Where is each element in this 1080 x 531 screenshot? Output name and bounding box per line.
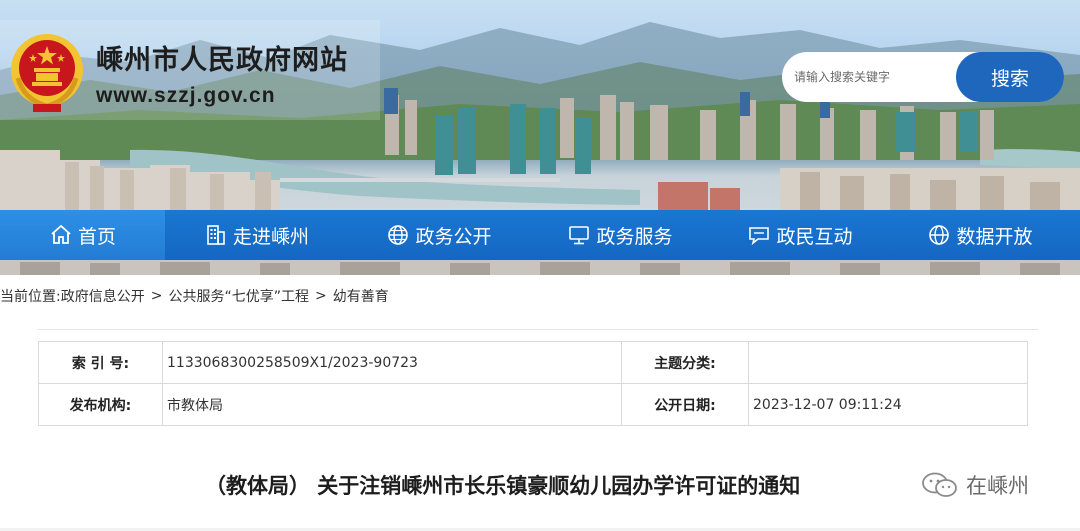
breadcrumb-item-gov-info[interactable]: 政府信息公开 bbox=[61, 286, 145, 306]
main-nav: 首页 走进嵊州 政务公开 政务服务 政民互动 数据开放 bbox=[0, 210, 1080, 260]
header-banner: 嵊州市人民政府网站 www.szzj.gov.cn 搜索 首页 走进嵊州 政务公… bbox=[0, 0, 1080, 275]
national-emblem-icon bbox=[11, 34, 83, 112]
search-box: 搜索 bbox=[782, 52, 1064, 102]
search-input[interactable] bbox=[794, 64, 964, 90]
topic-category-value bbox=[748, 341, 1028, 384]
nav-label-gov-services: 政务服务 bbox=[596, 225, 673, 248]
breadcrumb-separator: > bbox=[150, 288, 163, 304]
nav-label-open-data: 数据开放 bbox=[956, 225, 1033, 248]
document-title: （教体局） 关于注销嵊州市长乐镇豪顺幼儿园办学许可证的通知 bbox=[205, 474, 801, 498]
database-icon bbox=[927, 223, 951, 247]
table-row: 索 引 号: 1133068300258509X1/2023-90723 主题分… bbox=[38, 341, 1028, 384]
divider bbox=[38, 329, 1038, 330]
publisher-value: 市教体局 bbox=[162, 383, 622, 426]
index-number-value: 1133068300258509X1/2023-90723 bbox=[162, 341, 622, 384]
publisher-label: 发布机构: bbox=[38, 383, 163, 426]
nav-item-interaction[interactable]: 政民互动 bbox=[710, 210, 890, 260]
publish-date-value: 2023-12-07 09:11:24 bbox=[748, 383, 1028, 426]
watermark-text: 在嵊州 bbox=[966, 474, 1029, 498]
wechat-icon bbox=[922, 472, 957, 497]
nav-label-gov-affairs: 政务公开 bbox=[415, 225, 492, 248]
nav-label-home: 首页 bbox=[77, 225, 116, 248]
site-title[interactable]: 嵊州市人民政府网站 bbox=[96, 38, 348, 77]
nav-label-interaction: 政民互动 bbox=[776, 225, 853, 248]
document-meta-table: 索 引 号: 1133068300258509X1/2023-90723 主题分… bbox=[38, 341, 1028, 426]
breadcrumb: 当前位置: 政府信息公开 > 公共服务“七优享”工程 > 幼有善育 bbox=[0, 285, 389, 307]
nav-label-about: 走进嵊州 bbox=[232, 225, 309, 248]
breadcrumb-separator: > bbox=[314, 288, 327, 304]
nav-item-gov-services[interactable]: 政务服务 bbox=[530, 210, 710, 260]
topic-category-label: 主题分类: bbox=[621, 341, 749, 384]
monitor-icon bbox=[567, 223, 591, 247]
breadcrumb-item-public-services[interactable]: 公共服务“七优享”工程 bbox=[168, 286, 309, 306]
search-button[interactable]: 搜索 bbox=[956, 52, 1064, 102]
nav-item-home[interactable]: 首页 bbox=[0, 210, 165, 260]
nav-item-gov-affairs[interactable]: 政务公开 bbox=[348, 210, 530, 260]
globe-icon bbox=[386, 223, 410, 247]
breadcrumb-item-childcare[interactable]: 幼有善育 bbox=[333, 286, 389, 306]
nav-item-open-data[interactable]: 数据开放 bbox=[890, 210, 1070, 260]
publish-date-label: 公开日期: bbox=[621, 383, 749, 426]
index-number-label: 索 引 号: bbox=[38, 341, 163, 384]
wechat-watermark: 在嵊州 bbox=[920, 470, 1029, 500]
home-icon bbox=[49, 223, 73, 247]
table-row: 发布机构: 市教体局 公开日期: 2023-12-07 09:11:24 bbox=[38, 383, 1028, 426]
breadcrumb-prefix: 当前位置: bbox=[0, 289, 61, 305]
site-url[interactable]: www.szzj.gov.cn bbox=[96, 84, 276, 108]
nav-item-about[interactable]: 走进嵊州 bbox=[165, 210, 348, 260]
chat-icon bbox=[747, 223, 771, 247]
building-icon bbox=[204, 223, 228, 247]
